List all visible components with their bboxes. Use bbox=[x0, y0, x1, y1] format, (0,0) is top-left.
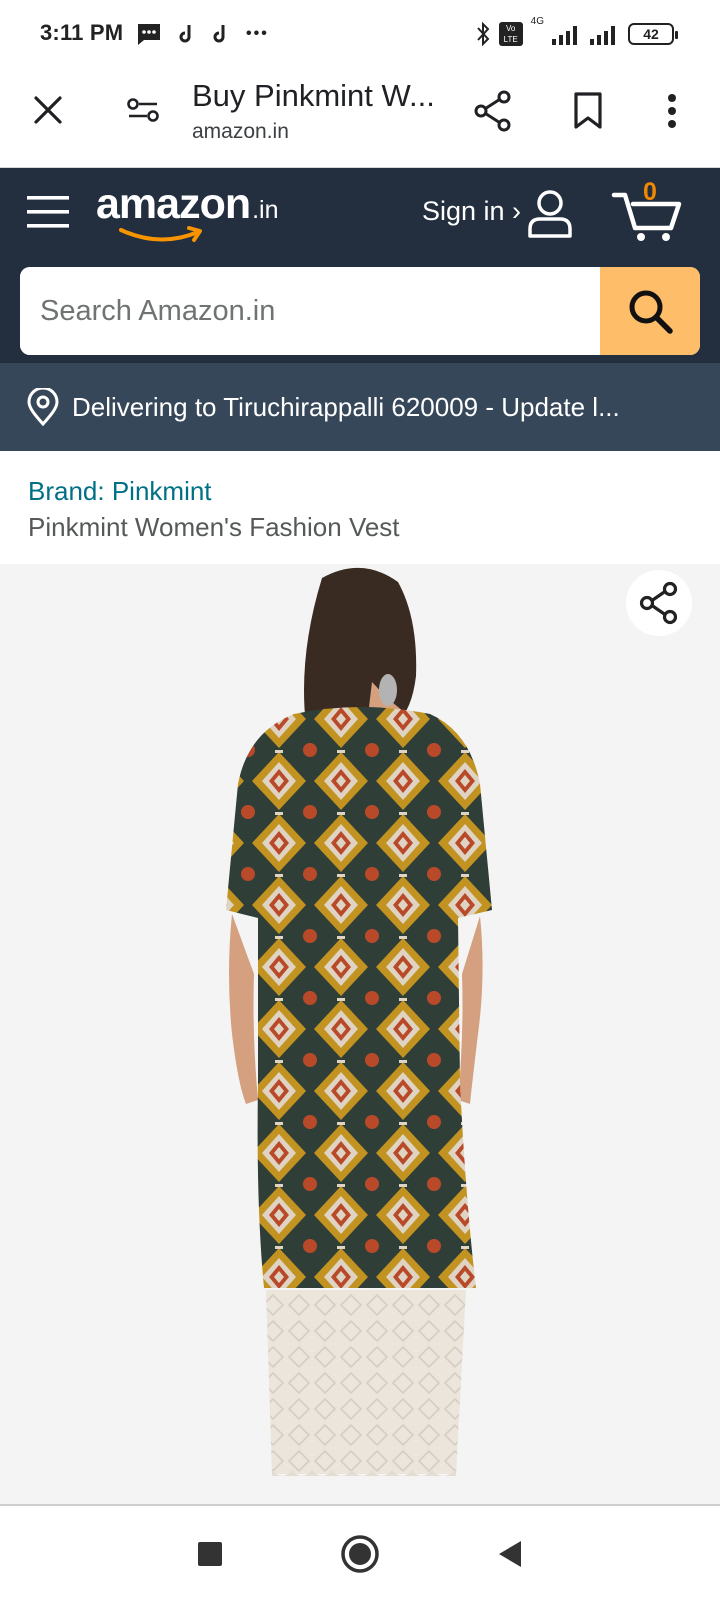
menu-button[interactable] bbox=[26, 190, 70, 234]
smile-arrow-icon bbox=[119, 226, 202, 242]
status-time: 3:11 PM bbox=[40, 20, 124, 45]
hamburger-menu-icon bbox=[27, 196, 69, 228]
product-title: Pinkmint Women's Fashion Vest bbox=[28, 512, 400, 542]
page: 3:11 PM ••• Vo LTE 4G 42 Buy Pinkmint W.… bbox=[0, 0, 720, 1600]
share-icon bbox=[474, 90, 511, 132]
sign-in-link[interactable]: Sign in › bbox=[422, 196, 521, 227]
recents-square-icon bbox=[198, 1542, 222, 1566]
user-icon bbox=[528, 190, 572, 238]
delivery-location-bar[interactable]: Delivering to Tiruchirappalli 620009 - U… bbox=[0, 363, 720, 451]
network-type-label: 4G bbox=[530, 16, 544, 27]
more-vertical-icon bbox=[668, 94, 676, 128]
search-input[interactable] bbox=[20, 267, 600, 355]
close-icon bbox=[34, 96, 62, 124]
notification-icons: ••• bbox=[136, 20, 269, 48]
close-tab-button[interactable] bbox=[24, 86, 72, 134]
tune-icon bbox=[127, 98, 159, 122]
battery-icon: 42 bbox=[628, 23, 678, 45]
signal-icon bbox=[552, 26, 577, 45]
back-button[interactable] bbox=[486, 1530, 534, 1578]
tab-title: Buy Pinkmint W... bbox=[192, 78, 435, 113]
signal-icon bbox=[590, 26, 615, 45]
brand-link[interactable]: Brand: Pinkmint bbox=[28, 476, 212, 507]
tab-domain: amazon.in bbox=[192, 120, 289, 143]
back-triangle-icon bbox=[499, 1541, 521, 1567]
product-image[interactable] bbox=[0, 564, 720, 1504]
image-share-button[interactable] bbox=[626, 570, 692, 636]
share-page-button[interactable] bbox=[468, 86, 518, 136]
home-circle-icon bbox=[341, 1535, 379, 1573]
recents-button[interactable] bbox=[186, 1530, 234, 1578]
volte-icon: Vo LTE bbox=[498, 22, 523, 46]
status-bar: 3:11 PM ••• Vo LTE 4G 42 bbox=[0, 0, 720, 68]
battery-level: 42 bbox=[643, 26, 659, 42]
search-bar bbox=[20, 267, 700, 355]
app-notification-icon bbox=[179, 25, 191, 43]
system-icons: Vo LTE 4G 42 bbox=[475, 16, 678, 48]
logo-text: amazon bbox=[96, 180, 251, 228]
share-icon bbox=[639, 581, 678, 625]
bookmark-icon bbox=[574, 92, 602, 129]
search-button[interactable] bbox=[600, 267, 700, 355]
home-button[interactable] bbox=[334, 1528, 386, 1580]
bluetooth-icon bbox=[476, 21, 490, 47]
amazon-logo[interactable]: amazon.in bbox=[96, 180, 279, 242]
more-notifications-icon: ••• bbox=[246, 25, 269, 42]
bookmark-button[interactable] bbox=[564, 86, 612, 136]
account-button[interactable] bbox=[524, 188, 576, 240]
more-options-button[interactable] bbox=[650, 86, 694, 136]
message-icon bbox=[138, 24, 160, 45]
delivery-location-text: Delivering to Tiruchirappalli 620009 - U… bbox=[72, 391, 620, 422]
location-pin-icon bbox=[27, 388, 59, 426]
app-notification-icon bbox=[213, 25, 225, 43]
product-photo bbox=[226, 567, 492, 1476]
search-icon bbox=[629, 290, 673, 334]
cart-count-badge: 0 bbox=[643, 178, 657, 206]
logo-tld: .in bbox=[252, 196, 279, 224]
page-info-button[interactable] bbox=[118, 86, 168, 134]
